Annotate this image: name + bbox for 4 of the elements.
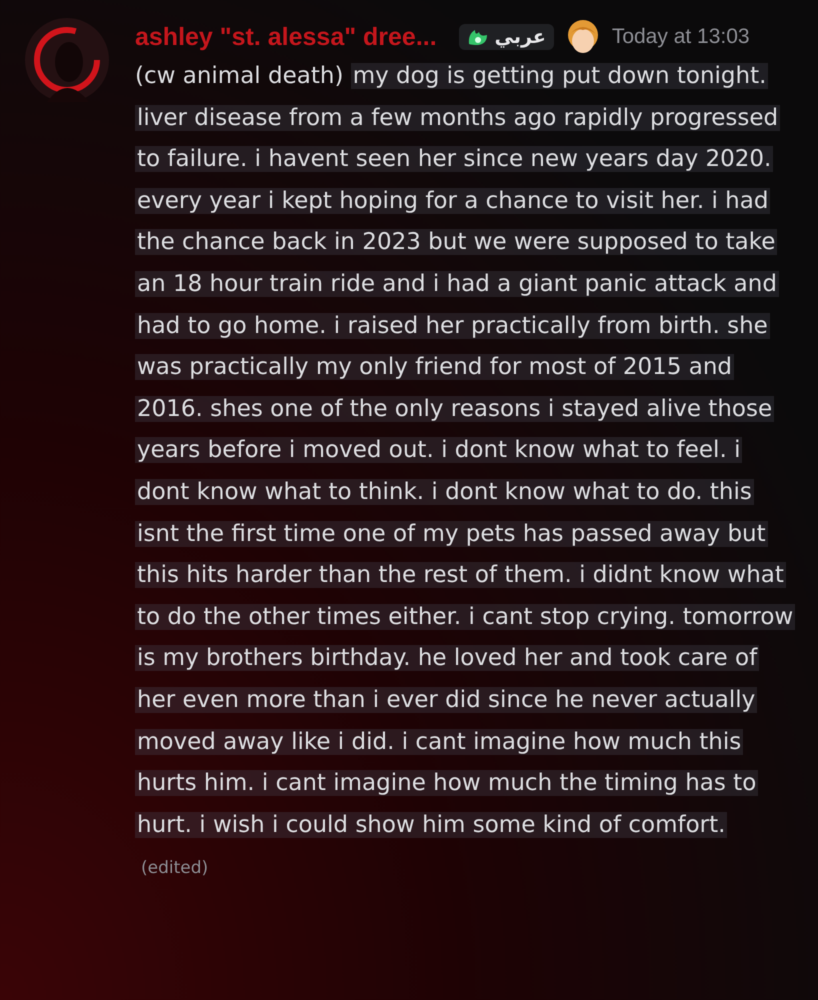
server-tag[interactable]: عربي: [458, 24, 554, 50]
timestamp: Today at 13:03: [612, 25, 750, 49]
leaf-icon: [466, 28, 489, 46]
avatar-icon[interactable]: [25, 18, 109, 102]
